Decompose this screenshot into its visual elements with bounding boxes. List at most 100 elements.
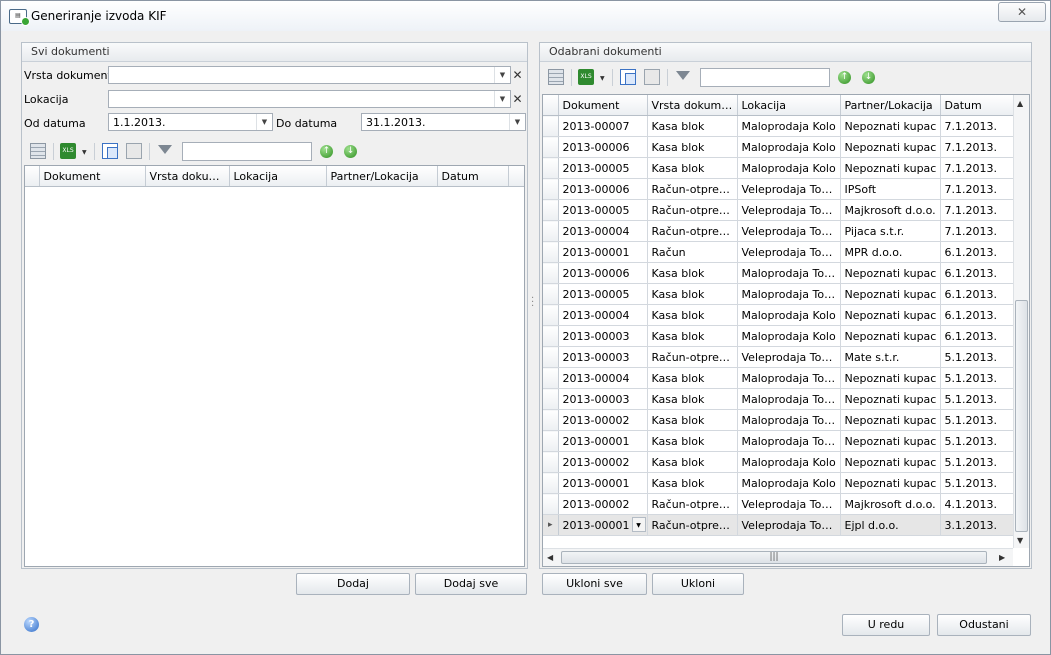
table-cell[interactable]: Račun-otprem...	[647, 493, 738, 515]
arrow-up-icon[interactable]: ↑	[838, 71, 851, 84]
paste-icon[interactable]	[644, 69, 660, 85]
ukloni-button[interactable]: Ukloni	[652, 573, 744, 595]
table-row[interactable]: 2013-00002 Račun-otprem... Veleprodaja Tom…	[543, 493, 1014, 515]
copy-icon[interactable]	[620, 69, 636, 85]
lokacija-combo[interactable]: ▼	[108, 90, 511, 108]
table-cell[interactable]: Kasa blok	[647, 367, 738, 389]
table-row[interactable]: 2013-00003 Kasa blok Maloprodaja Tomi... Ne…	[543, 388, 1014, 410]
table-cell[interactable]: Kasa blok	[647, 430, 738, 452]
table-cell[interactable]: Majkrosoft d.o.o.	[840, 493, 941, 515]
table-cell[interactable]: Kasa blok	[647, 283, 738, 305]
table-cell[interactable]: 2013-00005	[558, 157, 648, 179]
table-cell[interactable]: Kasa blok	[647, 325, 738, 347]
filter-icon[interactable]	[158, 145, 172, 154]
table-cell[interactable]: 2013-00003	[558, 388, 648, 410]
table-cell[interactable]: 5.1.2013.	[940, 388, 1014, 410]
left-search-input[interactable]	[182, 142, 312, 161]
table-cell[interactable]: 6.1.2013.	[940, 304, 1014, 326]
arrow-down-icon[interactable]: ↓	[862, 71, 875, 84]
chevron-down-icon[interactable]: ▼	[631, 517, 646, 532]
table-row[interactable]: 2013-00003 Račun-otprem... Veleprodaja Tom…	[543, 346, 1014, 368]
column-header[interactable]: Datum	[437, 166, 509, 187]
ok-button[interactable]: U redu	[842, 614, 930, 636]
row-indicator[interactable]	[543, 283, 559, 305]
table-cell[interactable]: Nepoznati kupac	[840, 325, 941, 347]
table-cell[interactable]: Račun-otprem...	[647, 220, 738, 242]
table-cell[interactable]: 5.1.2013.	[940, 367, 1014, 389]
table-row[interactable]: 2013-00001 Račun Veleprodaja Tomi... MPR d.…	[543, 241, 1014, 263]
table-cell[interactable]: 2013-00001	[558, 430, 648, 452]
table-cell[interactable]: Nepoznati kupac	[840, 409, 941, 431]
table-row[interactable]: 2013-00004 Račun-otprem... Veleprodaja Tom…	[543, 220, 1014, 242]
table-cell[interactable]: Nepoznati kupac	[840, 115, 941, 137]
column-header[interactable]: Datum	[940, 95, 1014, 116]
table-cell[interactable]: Račun-otprem...	[647, 199, 738, 221]
clear-lokacija-icon[interactable]: ✕	[510, 91, 525, 107]
row-indicator[interactable]	[543, 178, 559, 200]
table-cell[interactable]: Nepoznati kupac	[840, 283, 941, 305]
table-cell[interactable]: 2013-00001 ▼	[558, 514, 648, 536]
grid-layout-icon[interactable]	[548, 69, 564, 85]
table-cell[interactable]: 7.1.2013.	[940, 178, 1014, 200]
table-row[interactable]: 2013-00005 Kasa blok Maloprodaja Tomi... Ne…	[543, 283, 1014, 305]
column-header[interactable]: Dokument	[39, 166, 146, 187]
row-indicator[interactable]	[543, 220, 559, 242]
chevron-down-icon[interactable]: ▼	[600, 75, 605, 82]
table-row[interactable]: 2013-00003 Kasa blok Maloprodaja Kolo Nepoz…	[543, 325, 1014, 347]
table-cell[interactable]: Račun-otprem...	[647, 514, 738, 536]
table-cell[interactable]: Ejpl d.o.o.	[840, 514, 941, 536]
table-cell[interactable]: Veleprodaja Tomi...	[737, 178, 841, 200]
do-datuma-field[interactable]: 31.1.2013. ▼	[361, 113, 526, 131]
table-row[interactable]: 2013-00006 Kasa blok Maloprodaja Tomi... Ne…	[543, 262, 1014, 284]
left-grid[interactable]: Dokument Vrsta dokume... Lokacija Partne…	[24, 165, 525, 567]
table-cell[interactable]: Račun-otprem...	[647, 346, 738, 368]
table-cell[interactable]: 2013-00005	[558, 199, 648, 221]
table-cell[interactable]: Maloprodaja Tomi...	[737, 430, 841, 452]
right-search-input[interactable]	[700, 68, 830, 87]
filter-icon[interactable]	[676, 71, 690, 80]
chevron-down-icon[interactable]: ▼	[494, 67, 510, 83]
row-indicator[interactable]	[543, 451, 559, 473]
row-indicator[interactable]	[543, 430, 559, 452]
table-cell[interactable]: Račun-otprem...	[647, 178, 738, 200]
scroll-down-icon[interactable]: ▼	[1017, 536, 1023, 545]
table-row[interactable]: 2013-00004 Kasa blok Maloprodaja Tomi... Ne…	[543, 367, 1014, 389]
table-cell[interactable]: 2013-00006	[558, 262, 648, 284]
table-cell[interactable]: Nepoznati kupac	[840, 262, 941, 284]
table-cell[interactable]: 4.1.2013.	[940, 493, 1014, 515]
table-cell[interactable]: Nepoznati kupac	[840, 451, 941, 473]
table-row[interactable]: 2013-00005 Kasa blok Maloprodaja Kolo Nepoz…	[543, 157, 1014, 179]
table-cell[interactable]: 2013-00002	[558, 493, 648, 515]
column-header[interactable]: Vrsta dokumenta	[647, 95, 738, 116]
row-indicator[interactable]	[543, 262, 559, 284]
table-cell[interactable]: Veleprodaja Tomi...	[737, 514, 841, 536]
table-cell[interactable]: Kasa blok	[647, 451, 738, 473]
table-row[interactable]: 2013-00002 Kasa blok Maloprodaja Tomi... Ne…	[543, 409, 1014, 431]
table-row[interactable]: 2013-00004 Kasa blok Maloprodaja Kolo Nepoz…	[543, 304, 1014, 326]
table-cell[interactable]: 5.1.2013.	[940, 409, 1014, 431]
table-cell[interactable]: Kasa blok	[647, 409, 738, 431]
table-cell[interactable]: Račun	[647, 241, 738, 263]
table-row[interactable]: 2013-00006 Kasa blok Maloprodaja Kolo Nepoz…	[543, 136, 1014, 158]
table-cell[interactable]: Veleprodaja Tomi...	[737, 220, 841, 242]
table-cell[interactable]: 7.1.2013.	[940, 220, 1014, 242]
row-indicator[interactable]	[543, 325, 559, 347]
table-row[interactable]: ▸ 2013-00001 ▼ Račun-otprem... Veleprodaja T…	[543, 514, 1014, 536]
table-cell[interactable]: Mate s.t.r.	[840, 346, 941, 368]
table-cell[interactable]: Maloprodaja Tomi...	[737, 262, 841, 284]
table-cell[interactable]: 2013-00005	[558, 283, 648, 305]
row-indicator[interactable]	[543, 388, 559, 410]
row-indicator[interactable]	[543, 346, 559, 368]
clear-vrsta-icon[interactable]: ✕	[510, 67, 525, 83]
row-indicator[interactable]	[543, 304, 559, 326]
arrow-down-icon[interactable]: ↓	[344, 145, 357, 158]
table-cell[interactable]: Veleprodaja Tomi...	[737, 493, 841, 515]
arrow-up-icon[interactable]: ↑	[320, 145, 333, 158]
column-header[interactable]: Partner/Lokacija	[326, 166, 438, 187]
table-cell[interactable]: Nepoznati kupac	[840, 472, 941, 494]
row-indicator[interactable]	[543, 409, 559, 431]
table-cell[interactable]: Maloprodaja Kolo	[737, 451, 841, 473]
table-cell[interactable]: Nepoznati kupac	[840, 157, 941, 179]
table-cell[interactable]: Maloprodaja Tomi...	[737, 283, 841, 305]
table-cell[interactable]: MPR d.o.o.	[840, 241, 941, 263]
